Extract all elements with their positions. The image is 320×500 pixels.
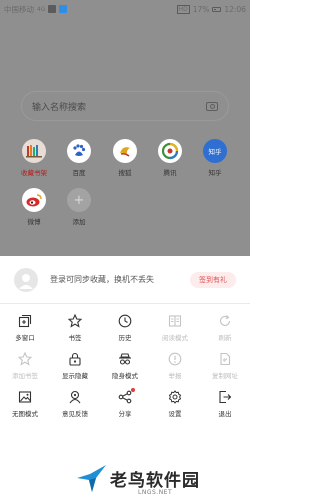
- incognito-icon: [118, 352, 132, 366]
- multi-window-icon: [18, 314, 32, 328]
- battery-icon: [212, 6, 222, 12]
- shortcut-label: 搜狐: [118, 169, 132, 177]
- menu-item-exit[interactable]: 退出: [200, 390, 250, 418]
- carrier-label: 中国移动: [4, 4, 34, 14]
- login-prompt: 登录可同步收藏，换机不丢失: [50, 275, 154, 284]
- menu-item-no-image[interactable]: 无图模式: [0, 390, 50, 418]
- menu-label: 意见反馈: [62, 410, 88, 418]
- menu-item-show-hidden[interactable]: 显示隐藏: [50, 352, 100, 380]
- no-image-icon: [18, 390, 32, 404]
- zhihu-icon-text: 知乎: [208, 148, 222, 156]
- menu-label: 显示隐藏: [62, 372, 88, 380]
- report-icon: [168, 352, 182, 366]
- feedback-icon: [68, 390, 82, 404]
- shortcut-weibo[interactable]: 微博: [14, 188, 54, 226]
- reader-mode-icon: [168, 314, 182, 328]
- menu-item-bookmarks[interactable]: 书签: [50, 314, 100, 342]
- menu-label: 设置: [168, 410, 182, 418]
- status-bar: 中国移动 4G HD 17% 12:06: [0, 0, 250, 18]
- share-badge-dot: [131, 388, 135, 392]
- bird-logo-icon: [77, 465, 106, 492]
- shortcut-zhihu[interactable]: 知乎 知乎: [195, 139, 235, 177]
- menu-label: 阅读模式: [162, 334, 188, 342]
- menu-item-copy-url[interactable]: 复制网址: [200, 352, 250, 380]
- menu-item-reader-mode[interactable]: 阅读模式: [150, 314, 200, 342]
- menu-label: 分享: [118, 410, 132, 418]
- star-icon: [68, 314, 82, 328]
- baidu-icon: [67, 139, 91, 163]
- shortcut-label: 收藏书架: [21, 169, 47, 177]
- signal-label: 4G: [37, 5, 46, 13]
- weibo-icon: [22, 188, 46, 212]
- shortcut-label: 百度: [72, 169, 86, 177]
- menu-item-add-bookmark[interactable]: 添加书签: [0, 352, 50, 380]
- menu-label: 书签: [68, 334, 82, 342]
- shortcut-add[interactable]: + 添加: [59, 188, 99, 226]
- add-bookmark-icon: [18, 352, 32, 366]
- menu-item-history[interactable]: 历史: [100, 314, 150, 342]
- menu-item-feedback[interactable]: 意见反馈: [50, 390, 100, 418]
- menu-item-incognito[interactable]: 隐身模式: [100, 352, 150, 380]
- hd-badge: HD: [176, 4, 190, 14]
- gear-icon: [168, 390, 182, 404]
- shortcut-label: 微博: [27, 218, 41, 226]
- shortcut-sohu[interactable]: 搜狐: [105, 139, 145, 177]
- clock-time: 12:06: [224, 4, 246, 14]
- app-notification-icon: [59, 5, 68, 13]
- search-bar[interactable]: 输入名称搜索: [21, 91, 229, 121]
- camera-icon[interactable]: [206, 101, 218, 111]
- menu-label: 隐身模式: [112, 372, 138, 380]
- menu-item-settings[interactable]: 设置: [150, 390, 200, 418]
- menu-label: 历史: [118, 334, 132, 342]
- refresh-icon: [218, 314, 232, 328]
- menu-label: 举报: [168, 372, 182, 380]
- shortcut-baidu[interactable]: 百度: [59, 139, 99, 177]
- menu-item-refresh[interactable]: 刷新: [200, 314, 250, 342]
- watermark-subtext: LNGS.NET: [138, 489, 173, 496]
- exit-icon: [218, 390, 232, 404]
- menu-label: 刷新: [218, 334, 232, 342]
- menu-item-report[interactable]: 举报: [150, 352, 200, 380]
- notification-icon: [48, 5, 57, 13]
- watermark-text: 老鸟软件园: [110, 471, 200, 491]
- menu-label: 复制网址: [212, 372, 238, 380]
- sohu-icon: [113, 139, 137, 163]
- avatar[interactable]: [14, 267, 38, 292]
- add-icon: +: [67, 188, 91, 212]
- signin-button[interactable]: 签到有礼: [190, 271, 236, 288]
- shortcut-tencent[interactable]: 腾讯: [150, 139, 190, 177]
- shortcut-label: 添加: [72, 218, 86, 226]
- menu-label: 添加书签: [12, 372, 38, 380]
- shortcut-label: 腾讯: [163, 169, 177, 177]
- copy-url-icon: [218, 352, 232, 366]
- share-icon: [118, 388, 135, 404]
- menu-item-share[interactable]: 分享: [100, 388, 150, 418]
- menu-label: 多窗口: [15, 334, 35, 342]
- bookshelf-icon: [22, 139, 46, 163]
- add-icon-text: +: [73, 192, 85, 208]
- clock-icon: [118, 314, 132, 328]
- eye-lock-icon: [68, 352, 82, 366]
- shortcut-label: 知乎: [208, 169, 222, 177]
- zhihu-icon: 知乎: [203, 139, 227, 163]
- search-placeholder: 输入名称搜索: [32, 102, 87, 113]
- battery-percent: 17%: [192, 4, 210, 14]
- site-watermark: 老鸟软件园 LNGS.NET: [76, 460, 236, 500]
- shortcut-bookshelf[interactable]: 收藏书架: [14, 139, 54, 177]
- menu-item-multi-window[interactable]: 多窗口: [0, 314, 50, 342]
- tencent-icon: [158, 139, 182, 163]
- menu-label: 无图模式: [12, 410, 38, 418]
- login-row[interactable]: 登录可同步收藏，换机不丢失 签到有礼: [0, 256, 250, 304]
- menu-label: 退出: [218, 410, 232, 418]
